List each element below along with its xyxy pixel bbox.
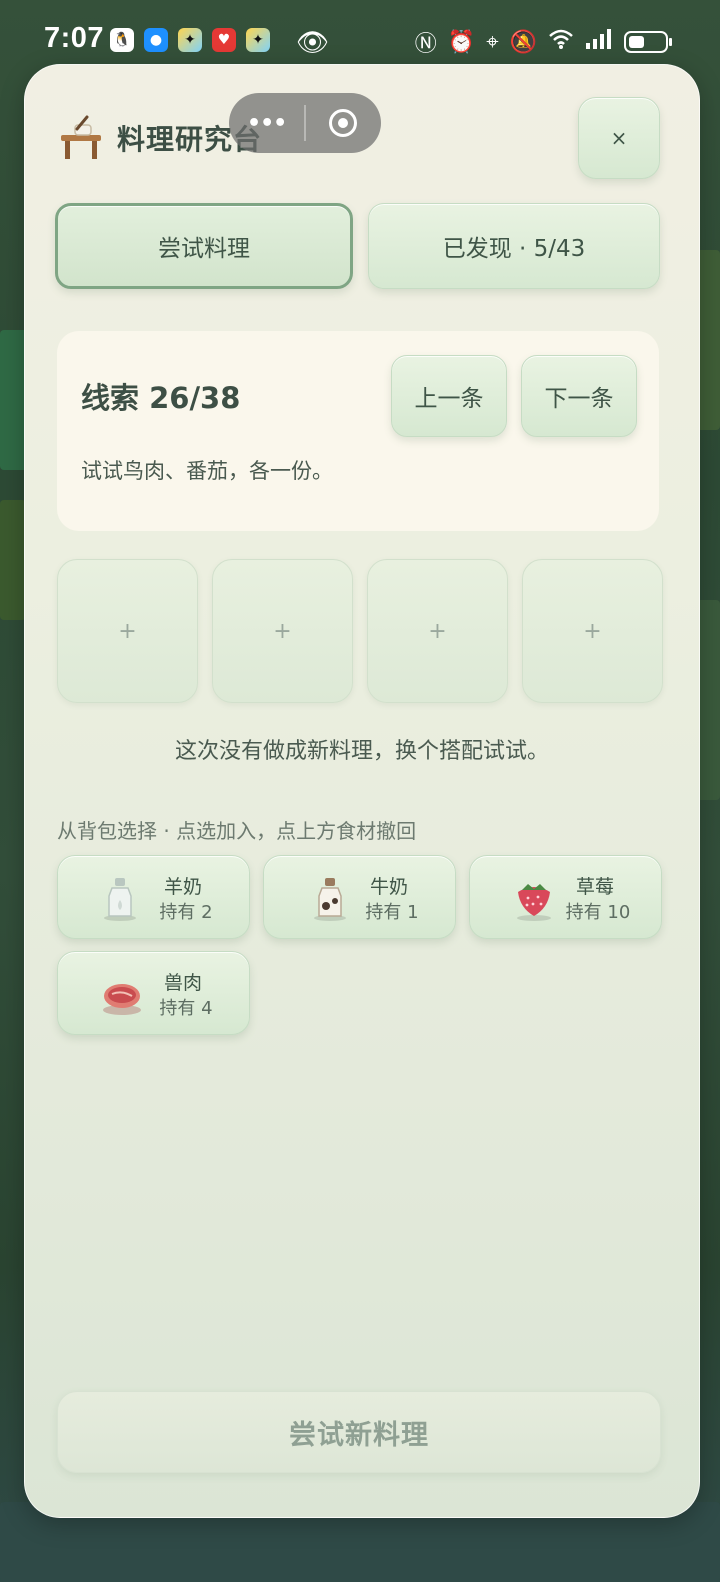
prev-clue-button[interactable]: 上一条 — [391, 355, 507, 437]
more-options-icon[interactable]: ••• — [229, 111, 304, 136]
battery-icon — [624, 31, 672, 53]
strawberry-icon — [510, 876, 560, 922]
item-name: 羊奶 — [163, 876, 202, 898]
message-icon: ● — [144, 28, 168, 52]
item-count: 持有 10 — [565, 902, 631, 923]
next-clue-button[interactable]: 下一条 — [521, 355, 637, 437]
miniprogram-capsule[interactable]: ••• — [229, 93, 381, 153]
close-button[interactable]: × — [578, 97, 660, 179]
item-name: 草莓 — [575, 876, 614, 898]
clue-text: 试试鸟肉、番茄，各一份。 — [81, 459, 333, 483]
bag-item[interactable]: 兽肉 持有 4 — [57, 951, 250, 1035]
close-miniprogram-icon[interactable] — [306, 109, 381, 137]
status-bar: 7:07 🐧 ● ✦ ♥ ✦ 👁 Ⓝ ⏰ ⌖ 🔕 — [0, 0, 720, 72]
bag-item[interactable]: 草莓 持有 10 — [469, 855, 662, 939]
ingredient-slot[interactable]: + — [57, 559, 198, 703]
app-icon: ✦ — [178, 28, 202, 52]
app-icon: ✦ — [246, 28, 270, 52]
goat-milk-bottle-icon — [98, 876, 148, 922]
clue-title: 线索 26/38 — [81, 381, 241, 415]
item-count: 持有 1 — [365, 902, 419, 923]
cooking-panel: 料理研究台 ••• × 尝试料理 已发现 · 5/43 线索 26/38 上一条… — [24, 64, 700, 1518]
wifi-icon — [548, 28, 574, 56]
status-indicators: Ⓝ ⏰ ⌖ 🔕 — [414, 26, 672, 58]
location-icon: ⌖ — [486, 29, 499, 55]
ingredient-slot[interactable]: + — [212, 559, 353, 703]
heart-app-icon: ♥ — [212, 28, 236, 52]
try-new-recipe-button[interactable]: 尝试新料理 — [57, 1391, 661, 1473]
milk-bottle-icon — [304, 876, 354, 922]
tab-try-cooking[interactable]: 尝试料理 — [55, 203, 353, 289]
cooking-table-icon — [55, 115, 107, 161]
mute-icon: 🔕 — [509, 29, 537, 55]
item-name: 牛奶 — [369, 876, 408, 898]
ingredient-slots: + + + + — [57, 559, 663, 703]
item-count: 持有 4 — [159, 998, 213, 1019]
ingredient-slot[interactable]: + — [522, 559, 663, 703]
bag-item[interactable]: 羊奶 持有 2 — [57, 855, 250, 939]
qq-icon: 🐧 — [110, 28, 134, 52]
ingredient-slot[interactable]: + — [367, 559, 508, 703]
status-time: 7:07 — [44, 22, 105, 54]
bag-hint: 从背包选择 · 点选加入，点上方食材撤回 — [57, 819, 417, 843]
item-name: 兽肉 — [163, 972, 202, 994]
result-message: 这次没有做成新料理，换个搭配试试。 — [174, 739, 549, 764]
alarm-icon: ⏰ — [447, 29, 476, 55]
item-count: 持有 2 — [159, 902, 213, 923]
eye-icon: 👁 — [296, 28, 330, 58]
bag-item[interactable]: 牛奶 持有 1 — [263, 855, 456, 939]
nfc-icon: Ⓝ — [414, 32, 437, 57]
status-app-icons: 🐧 ● ✦ ♥ ✦ — [110, 28, 270, 52]
signal-icon — [585, 28, 613, 56]
clue-card: 线索 26/38 上一条 下一条 试试鸟肉、番茄，各一份。 — [57, 331, 659, 531]
meat-icon — [98, 972, 148, 1018]
background-tree — [0, 500, 26, 620]
tab-discovered[interactable]: 已发现 · 5/43 — [368, 203, 660, 289]
